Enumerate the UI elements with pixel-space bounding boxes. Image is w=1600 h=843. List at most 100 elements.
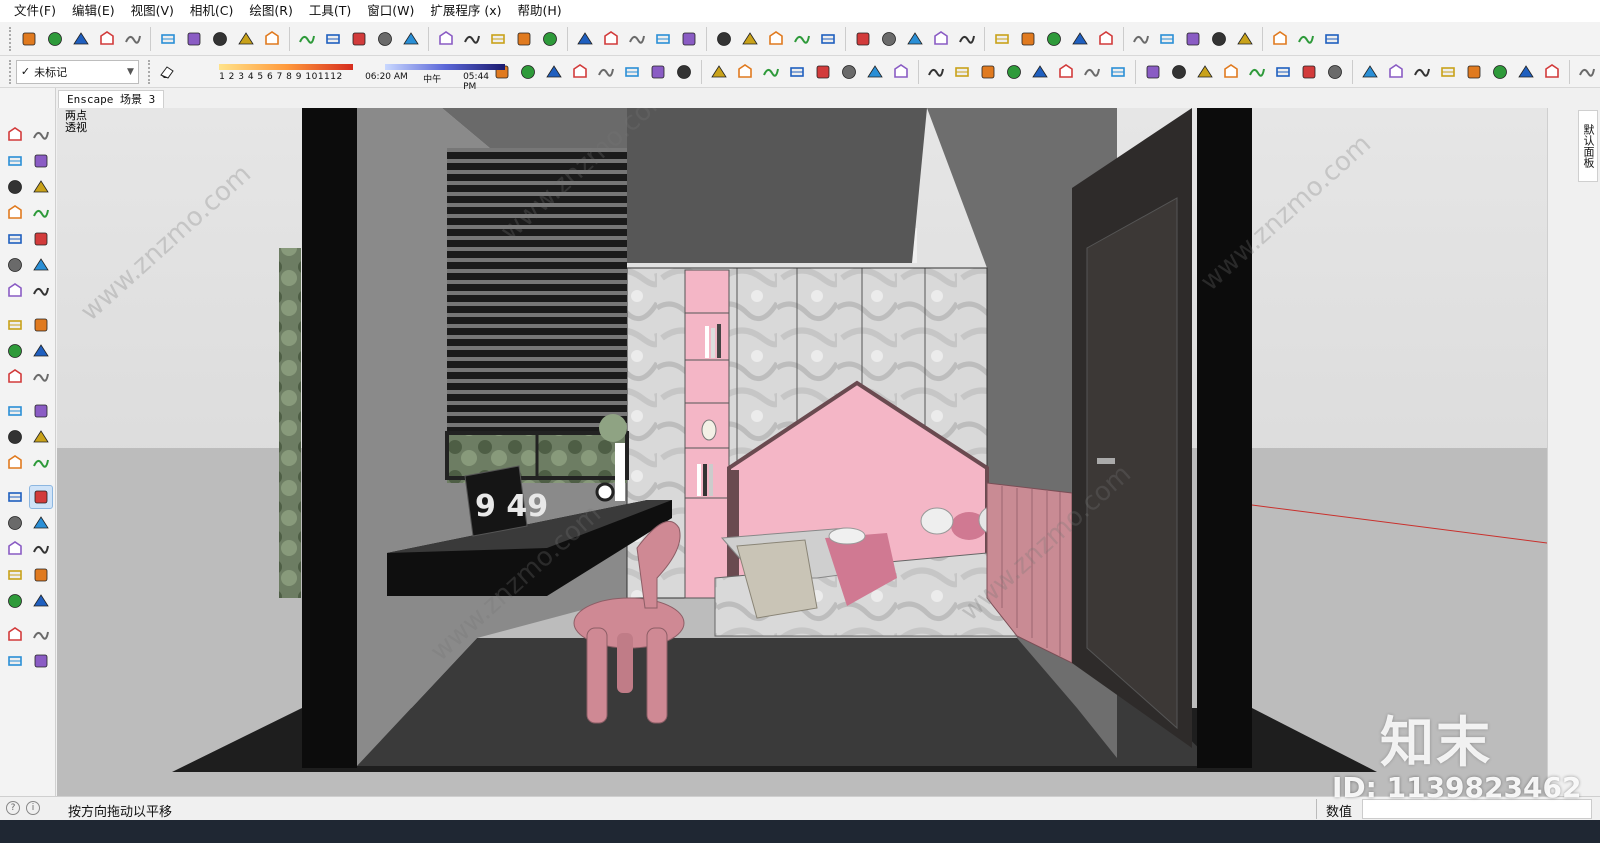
3d-text-tool[interactable] xyxy=(29,451,53,475)
box-shaded-button[interactable] xyxy=(321,27,345,51)
refresh-check-button[interactable] xyxy=(1068,27,1092,51)
ramp-button[interactable] xyxy=(568,60,592,84)
panel-dark-button[interactable] xyxy=(1245,60,1269,84)
cloud-upload-button[interactable] xyxy=(208,27,232,51)
footprints-tool[interactable] xyxy=(3,589,27,613)
arc-tool[interactable] xyxy=(3,253,27,277)
group-right-button[interactable] xyxy=(764,27,788,51)
chrome-button[interactable] xyxy=(1094,27,1118,51)
scale-tool[interactable] xyxy=(3,365,27,389)
cube-blue-light-button[interactable] xyxy=(1462,60,1486,84)
play-button[interactable] xyxy=(1129,27,1153,51)
cube-blue-alt-button[interactable] xyxy=(1436,60,1460,84)
axes-tool[interactable] xyxy=(3,451,27,475)
circle-tool[interactable] xyxy=(3,227,27,251)
rope-button[interactable] xyxy=(811,60,835,84)
bracket-button[interactable] xyxy=(733,60,757,84)
wave-button[interactable] xyxy=(1054,60,1078,84)
cloud-curve-button[interactable] xyxy=(990,27,1014,51)
scene-tab-enscape-3[interactable]: Enscape 场景 3 xyxy=(58,90,165,108)
tag-dropdown[interactable]: ✓ 未标记 ▼ xyxy=(15,59,139,84)
section-plane-tool[interactable] xyxy=(29,589,53,613)
roof-button[interactable] xyxy=(599,27,623,51)
tray-tab[interactable]: 默认面板 xyxy=(1578,110,1598,182)
shadow-toggle-button[interactable] xyxy=(156,60,178,84)
colonnade-alt-button[interactable] xyxy=(1167,60,1191,84)
grid-button[interactable] xyxy=(542,60,566,84)
box-wire-button[interactable] xyxy=(347,27,371,51)
group-blue-button[interactable] xyxy=(816,27,840,51)
chart-button[interactable] xyxy=(594,60,618,84)
group-left-button[interactable] xyxy=(738,27,762,51)
geolocation-icon[interactable]: ? xyxy=(6,801,20,815)
tent-button[interactable] xyxy=(1193,60,1217,84)
menu-item[interactable]: 帮助(H) xyxy=(510,0,570,22)
column-button[interactable] xyxy=(1106,60,1130,84)
zoom-tool[interactable] xyxy=(3,511,27,535)
figure-button[interactable] xyxy=(1271,60,1295,84)
add-button[interactable] xyxy=(95,27,119,51)
offset-tool[interactable] xyxy=(29,365,53,389)
chain-button[interactable] xyxy=(1028,60,1052,84)
tape-measure-tool[interactable] xyxy=(3,399,27,423)
colonnade-button[interactable] xyxy=(1141,60,1165,84)
menu-item[interactable]: 相机(C) xyxy=(182,0,241,22)
brush-button[interactable] xyxy=(863,60,887,84)
loop-button[interactable] xyxy=(759,60,783,84)
polygon-tool[interactable] xyxy=(29,227,53,251)
text-tool[interactable] xyxy=(29,425,53,449)
position-camera-tool[interactable] xyxy=(29,537,53,561)
enscape-refresh-button[interactable] xyxy=(43,27,67,51)
arch-button[interactable] xyxy=(1002,60,1026,84)
sandbox-contours-tool[interactable] xyxy=(3,623,27,647)
bar-button[interactable] xyxy=(837,60,861,84)
move-axis-button[interactable] xyxy=(1384,60,1408,84)
stamp-tool[interactable] xyxy=(3,649,27,673)
orbit-tool[interactable] xyxy=(3,485,27,509)
run-figure-button[interactable] xyxy=(1575,60,1599,84)
stack-alt-button[interactable] xyxy=(976,60,1000,84)
checker-button[interactable] xyxy=(182,27,206,51)
freehand-tool[interactable] xyxy=(29,175,53,199)
credits-icon[interactable]: i xyxy=(26,801,40,815)
enscape-sync-button[interactable] xyxy=(69,27,93,51)
drape-tool[interactable] xyxy=(29,649,53,673)
select-tool[interactable] xyxy=(3,123,27,147)
house-open-button[interactable] xyxy=(651,27,675,51)
move-tool[interactable] xyxy=(3,313,27,337)
box-spin-button[interactable] xyxy=(1358,60,1382,84)
tree-button[interactable] xyxy=(121,27,145,51)
component-box-button[interactable] xyxy=(538,27,562,51)
eraser-pink-tool[interactable] xyxy=(29,149,53,173)
curve-arrow-button[interactable] xyxy=(672,60,696,84)
stack-button[interactable] xyxy=(712,27,736,51)
stop-button[interactable] xyxy=(1207,27,1231,51)
rotated-rectangle-tool[interactable] xyxy=(29,201,53,225)
box-style-button[interactable] xyxy=(486,27,510,51)
info-button[interactable] xyxy=(295,27,319,51)
zoom-extents-tool[interactable] xyxy=(3,537,27,561)
sandbox-scratch-tool[interactable] xyxy=(29,623,53,647)
walk-tool[interactable] xyxy=(3,563,27,587)
dots-grid-button[interactable] xyxy=(1219,60,1243,84)
cloud-link-button[interactable] xyxy=(903,27,927,51)
menu-item[interactable]: 编辑(E) xyxy=(64,0,123,22)
stack-red-button[interactable] xyxy=(1514,60,1538,84)
toolbar-grip[interactable] xyxy=(9,26,13,51)
rail-button[interactable] xyxy=(646,60,670,84)
layers-alt-button[interactable] xyxy=(924,60,948,84)
menu-item[interactable]: 文件(F) xyxy=(6,0,64,22)
arrow-split-button[interactable] xyxy=(707,60,731,84)
layers-button[interactable] xyxy=(889,60,913,84)
date-slider[interactable] xyxy=(219,63,354,70)
push-pull-tool[interactable] xyxy=(29,313,53,337)
cube-blue-button[interactable] xyxy=(1410,60,1434,84)
broom-button[interactable] xyxy=(1297,60,1321,84)
box-back-button[interactable] xyxy=(434,27,458,51)
protractor-tool[interactable] xyxy=(3,425,27,449)
menu-item[interactable]: 扩展程序 (x) xyxy=(422,0,509,22)
model-viewport[interactable]: 两点 透视 9 49 www.znzmo.com www.znzmo.com w… xyxy=(57,108,1547,796)
look-around-tool[interactable] xyxy=(29,563,53,587)
spiral-alt-button[interactable] xyxy=(1080,60,1104,84)
enscape-logo-button[interactable] xyxy=(17,27,41,51)
